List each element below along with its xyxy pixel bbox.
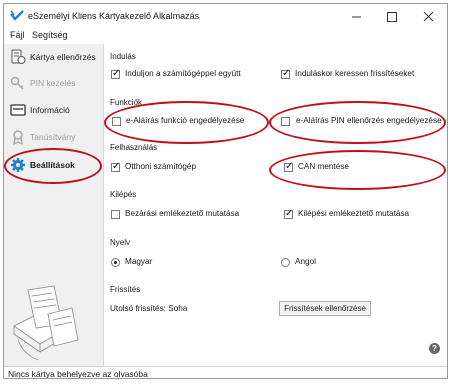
section-title-language: Nyelv — [110, 238, 131, 247]
sidebar-item-label: Tanúsítvány — [30, 132, 76, 142]
sidebar-item-label: Beállítások — [30, 160, 75, 170]
startup-update-label: Induláskor keressen frissítéseket — [295, 69, 415, 78]
language-english-radio[interactable] — [281, 258, 290, 267]
section-title-usage: Felhasználás — [110, 143, 158, 152]
card-check-icon — [11, 49, 26, 64]
can-save-checkbox[interactable] — [284, 161, 293, 172]
sidebar-item-label: PIN kezelés — [30, 78, 76, 88]
highlight-ellipse-can — [269, 150, 446, 190]
app-window: eSzemélyi Kliens Kártyakezelő Alkalmazás… — [3, 3, 448, 379]
close-icon — [423, 11, 434, 22]
maximize-icon — [387, 12, 397, 22]
esign-pin-label: e-Aláírás PIN ellenőrzés engedélyezése — [296, 116, 442, 125]
sidebar-item-card-check[interactable]: Kártya ellenőrzés — [4, 46, 103, 68]
sidebar-item-label: Kártya ellenőrzés — [30, 52, 96, 62]
section-title-exit: Kilépés — [110, 190, 137, 199]
startup-autostart-label: Induljon a számítógéppel együtt — [125, 69, 241, 78]
home-computer-label: Otthoni számítógép — [125, 162, 196, 171]
sidebar-item-info[interactable]: Információ — [4, 99, 103, 121]
section-title-update: Frissítés — [110, 285, 141, 294]
card-reader-illustration — [13, 285, 79, 361]
menu-help[interactable]: Segítség — [32, 30, 68, 40]
close-reminder-checkbox[interactable] — [111, 210, 120, 219]
sidebar-item-label: Információ — [30, 105, 70, 115]
close-button[interactable] — [416, 7, 442, 25]
startup-update-checkbox[interactable] — [281, 68, 290, 79]
window-title: eSzemélyi Kliens Kártyakezelő Alkalmazás — [28, 11, 200, 21]
menu-file[interactable]: Fájl — [10, 30, 25, 40]
check-updates-button[interactable]: Frissítések ellenőrzése — [279, 301, 371, 316]
sidebar-item-pin[interactable]: PIN kezelés — [4, 72, 103, 94]
app-logo-icon — [10, 10, 24, 21]
key-icon — [10, 76, 24, 90]
language-hungarian-radio[interactable] — [111, 258, 120, 267]
menu-bar: Fájl Segítség — [4, 29, 447, 43]
minimize-button[interactable] — [344, 7, 370, 25]
card-info-icon — [10, 104, 26, 116]
close-reminder-label: Bezárási emlékeztető mutatása — [125, 209, 240, 218]
esign-enable-label: e-Aláírás funkció engedélyezése — [126, 116, 245, 125]
help-icon[interactable]: ? — [429, 343, 440, 354]
startup-autostart-checkbox[interactable] — [111, 68, 120, 79]
certificate-icon — [13, 130, 23, 145]
language-hungarian-label: Magyar — [125, 257, 153, 266]
can-save-label: CAN mentése — [298, 162, 349, 171]
section-title-startup: Indulás — [110, 52, 136, 61]
esign-enable-checkbox[interactable] — [112, 117, 121, 126]
last-update-text: Utolsó frissítés: Soha — [110, 304, 188, 313]
esign-pin-checkbox[interactable] — [281, 117, 290, 126]
gear-icon — [11, 158, 25, 172]
section-title-functions: Funkciók — [110, 98, 143, 107]
language-english-label: Angol — [295, 257, 316, 266]
maximize-button[interactable] — [379, 7, 405, 25]
status-text: Nincs kártya behelyezve az olvasóba — [8, 369, 148, 379]
sidebar-item-settings[interactable]: Beállítások — [4, 154, 103, 176]
home-computer-checkbox[interactable] — [111, 161, 120, 172]
minimize-icon — [352, 16, 361, 18]
exit-reminder-label: Kilépési emlékeztető mutatása — [298, 209, 410, 218]
status-bar: Nincs kártya behelyezve az olvasóba — [4, 366, 447, 379]
sidebar: Kártya ellenőrzés PIN kezelés Információ… — [4, 44, 104, 366]
title-bar: eSzemélyi Kliens Kártyakezelő Alkalmazás — [4, 4, 447, 28]
sidebar-item-certificate[interactable]: Tanúsítvány — [4, 126, 103, 148]
exit-reminder-checkbox[interactable] — [284, 208, 293, 219]
